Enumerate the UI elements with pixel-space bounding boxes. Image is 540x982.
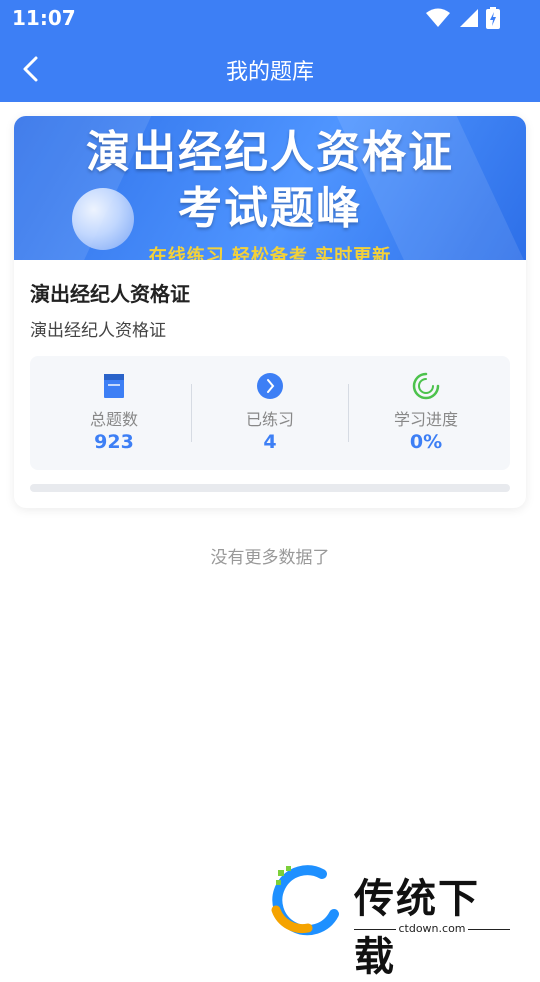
question-bank-card[interactable]: 演出经纪人资格证 考试题峰 在线练习 轻松备考 实时更新 演出经纪人资格证 演出… xyxy=(14,116,526,508)
stat-value: 0% xyxy=(409,431,443,453)
stats-panel: 总题数 923 已练习 4 学习进度 0% xyxy=(30,356,510,470)
stat-value: 923 xyxy=(94,431,134,453)
book-icon xyxy=(104,374,124,398)
banner-title: 演出经纪人资格证 xyxy=(86,127,454,178)
header: 我的题库 xyxy=(0,36,540,102)
banner-subtitle: 考试题峰 xyxy=(178,183,362,234)
progress-ring-icon xyxy=(412,372,440,400)
brand-url: ctdown.com xyxy=(354,922,510,935)
bank-banner: 演出经纪人资格证 考试题峰 在线练习 轻松备考 实时更新 xyxy=(14,116,526,260)
banner-tagline: 在线练习 轻松备考 实时更新 xyxy=(148,246,392,260)
bank-subtitle: 演出经纪人资格证 xyxy=(30,321,166,341)
signal-icon xyxy=(460,9,478,27)
progress-bar xyxy=(30,484,510,492)
stat-label: 总题数 xyxy=(89,410,138,429)
watermark: 传统下载 ctdown.com xyxy=(268,864,518,980)
stat-practiced: 已练习 4 xyxy=(192,356,348,470)
battery-icon xyxy=(486,7,500,29)
stat-label: 已练习 xyxy=(245,410,294,429)
no-more-data: 没有更多数据了 xyxy=(210,548,330,568)
bank-name: 演出经纪人资格证 xyxy=(30,282,190,306)
stat-label: 学习进度 xyxy=(393,410,458,429)
arrow-circle-icon xyxy=(257,373,283,399)
stat-value: 4 xyxy=(263,431,277,453)
status-time: 11:07 xyxy=(12,6,76,30)
page-title: 我的题库 xyxy=(225,60,314,85)
status-icons xyxy=(426,7,500,29)
stat-progress: 学习进度 0% xyxy=(348,356,504,470)
brand-logo xyxy=(271,865,339,936)
wifi-icon xyxy=(426,8,450,27)
stat-total: 总题数 923 xyxy=(36,356,192,470)
status-bar: 11:07 xyxy=(0,0,540,36)
